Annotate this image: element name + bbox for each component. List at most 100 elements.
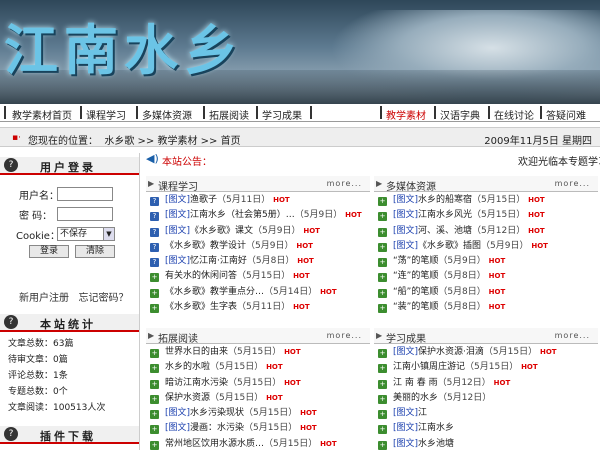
- forgot-password-link[interactable]: 忘记密码？: [79, 293, 129, 304]
- item-tag[interactable]: [图文]: [165, 226, 190, 236]
- list-item[interactable]: ? [图文]忆江南·江南好（5月8日） HOT: [146, 253, 370, 268]
- item-tag[interactable]: [图文]: [393, 210, 418, 220]
- list-item[interactable]: + [图文]水乡污染现状（5月15日） HOT: [146, 405, 370, 420]
- item-tag[interactable]: [图文]: [165, 195, 190, 205]
- item-title[interactable]: 江南水乡（社会第5册）…: [190, 210, 295, 220]
- list-item[interactable]: + 世界水日的由来（5月15日） HOT: [146, 344, 370, 359]
- nav-item-dictionary[interactable]: 汉语字典: [440, 107, 480, 122]
- clear-button[interactable]: 清除: [75, 245, 115, 258]
- item-title[interactable]: 河、溪、池塘: [418, 226, 472, 236]
- list-item[interactable]: + 常州地区饮用水源水质…（5月15日） HOT: [146, 436, 370, 451]
- list-item[interactable]: + [图文]水乡的船寒宿（5月15日） HOT: [374, 192, 598, 207]
- item-tag[interactable]: [图文]: [165, 423, 190, 433]
- item-title[interactable]: 《水乡歌》课文: [190, 226, 253, 236]
- list-item[interactable]: + 《水乡歌》教学重点分…（5月14日） HOT: [146, 284, 370, 299]
- list-item[interactable]: + [图文]江南水乡风光（5月15日） HOT: [374, 207, 598, 222]
- list-item[interactable]: ? [图文]渔歌子（5月11日） HOT: [146, 192, 370, 207]
- list-item[interactable]: ? 《水乡歌》教学设计（5月9日） HOT: [146, 238, 370, 253]
- login-button[interactable]: 登录: [29, 245, 69, 258]
- item-title[interactable]: 水乡的船寒宿: [418, 195, 472, 205]
- list-item[interactable]: + [图文]江: [374, 405, 598, 420]
- bullet-icon: ?: [150, 197, 159, 206]
- nav-item-home[interactable]: 教学素材首页: [12, 107, 72, 122]
- item-tag[interactable]: [图文]: [393, 241, 418, 251]
- item-title[interactable]: 保护水资源·泪滴: [418, 347, 484, 357]
- list-item[interactable]: + [图文]漫画：水污染（5月15日） HOT: [146, 420, 370, 435]
- item-title[interactable]: 《水乡歌》教学设计: [165, 241, 246, 251]
- item-title[interactable]: 江 南 春 雨: [393, 378, 438, 388]
- list-item[interactable]: ? [图文]《水乡歌》课文（5月9日） HOT: [146, 223, 370, 238]
- item-title[interactable]: 《水乡歌》教学重点分…: [165, 287, 264, 297]
- list-item[interactable]: + “船”的笔顺（5月8日） HOT: [374, 284, 598, 299]
- item-title[interactable]: 世界水日的由来: [165, 347, 228, 357]
- item-tag[interactable]: [图文]: [393, 347, 418, 357]
- list-item[interactable]: + 暗访江南水污染（5月15日） HOT: [146, 375, 370, 390]
- list-item[interactable]: + 江南小镇周庄游记（5月15日） HOT: [374, 359, 598, 374]
- item-title[interactable]: 《水乡歌》生字表: [165, 302, 237, 312]
- item-title[interactable]: 江南水乡: [418, 423, 454, 433]
- list-item[interactable]: + 江 南 春 雨（5月12日） HOT: [374, 375, 598, 390]
- bullet-icon: +: [150, 394, 159, 404]
- item-title[interactable]: 水乡的水啦: [165, 362, 210, 372]
- item-title[interactable]: 暗访江南水污染: [165, 378, 228, 388]
- item-title[interactable]: 保护水资源: [165, 393, 210, 403]
- bullet-icon: +: [150, 349, 159, 358]
- list-item[interactable]: + 美丽的水乡（5月12日）: [374, 390, 598, 405]
- item-title[interactable]: 《水乡歌》插图: [418, 241, 481, 251]
- list-item[interactable]: + “连”的笔顺（5月8日） HOT: [374, 268, 598, 283]
- item-tag[interactable]: [图文]: [393, 195, 418, 205]
- item-tag[interactable]: [图文]: [393, 423, 418, 433]
- item-title[interactable]: 水乡池塘: [418, 439, 454, 449]
- bullet-icon: +: [378, 410, 387, 420]
- register-link[interactable]: 新用户注册: [19, 293, 69, 304]
- item-title[interactable]: 有关水的休闲问答: [165, 271, 237, 281]
- item-title[interactable]: 漫画：水污染: [190, 423, 244, 433]
- cookie-select[interactable]: 不保存 ▼: [57, 227, 115, 241]
- nav-item-course[interactable]: 课程学习: [86, 107, 126, 122]
- nav-item-media[interactable]: 多媒体资源: [142, 107, 192, 122]
- item-tag[interactable]: [图文]: [165, 408, 190, 418]
- more-link[interactable]: more...: [327, 331, 362, 340]
- item-title[interactable]: 江南水乡风光: [418, 210, 472, 220]
- password-input[interactable]: [57, 207, 113, 221]
- list-item[interactable]: + 有关水的休闲问答（5月15日） HOT: [146, 268, 370, 283]
- list-item[interactable]: + “装”的笔顺（5月8日） HOT: [374, 299, 598, 314]
- item-title[interactable]: 水乡污染现状: [190, 408, 244, 418]
- nav-item-results[interactable]: 学习成果: [262, 107, 302, 122]
- nav-item-discussion[interactable]: 在线讨论: [494, 107, 534, 122]
- item-tag[interactable]: [图文]: [165, 256, 190, 266]
- item-title[interactable]: 江: [418, 408, 427, 418]
- item-tag[interactable]: [图文]: [393, 439, 418, 449]
- item-title[interactable]: 渔歌子: [190, 195, 217, 205]
- nav-item-reading[interactable]: 拓展阅读: [209, 107, 249, 122]
- item-tag[interactable]: [图文]: [393, 226, 418, 236]
- item-title[interactable]: “荡”的笔顺: [393, 256, 438, 266]
- item-title[interactable]: “连”的笔顺: [393, 271, 438, 281]
- item-title[interactable]: 忆江南·江南好: [190, 256, 247, 266]
- list-item[interactable]: + [图文]江南水乡: [374, 420, 598, 435]
- list-item[interactable]: + [图文]保护水资源·泪滴（5月15日） HOT: [374, 344, 598, 359]
- list-item[interactable]: ? [图文]江南水乡（社会第5册）…（5月9日） HOT: [146, 207, 370, 222]
- more-link[interactable]: more...: [555, 331, 590, 340]
- item-title[interactable]: “装”的笔顺: [393, 302, 438, 312]
- list-item[interactable]: + [图文]水乡池塘: [374, 436, 598, 451]
- item-title[interactable]: 美丽的水乡: [393, 393, 438, 403]
- username-input[interactable]: [57, 187, 113, 201]
- more-link[interactable]: more...: [555, 179, 590, 188]
- item-tag[interactable]: [图文]: [393, 408, 418, 418]
- item-title[interactable]: 常州地区饮用水源水质…: [165, 439, 264, 449]
- list-item[interactable]: + [图文]河、溪、池塘（5月12日） HOT: [374, 223, 598, 238]
- item-tag[interactable]: [图文]: [165, 210, 190, 220]
- item-title[interactable]: “船”的笔顺: [393, 287, 438, 297]
- notice-text[interactable]: 欢迎光临本专题学习: [518, 153, 600, 168]
- list-item[interactable]: + [图文]《水乡歌》插图（5月9日） HOT: [374, 238, 598, 253]
- item-title[interactable]: 江南小镇周庄游记: [393, 362, 465, 372]
- more-link[interactable]: more...: [327, 179, 362, 188]
- nav-item-materials[interactable]: 教学素材: [386, 107, 426, 122]
- list-item[interactable]: + 水乡的水啦（5月15日） HOT: [146, 359, 370, 374]
- list-item[interactable]: + 保护水资源（5月15日） HOT: [146, 390, 370, 405]
- bullet-icon: +: [150, 440, 159, 450]
- nav-item-qa[interactable]: 答疑问难: [546, 107, 586, 122]
- list-item[interactable]: + 《水乡歌》生字表（5月11日） HOT: [146, 299, 370, 314]
- list-item[interactable]: + “荡”的笔顺（5月9日） HOT: [374, 253, 598, 268]
